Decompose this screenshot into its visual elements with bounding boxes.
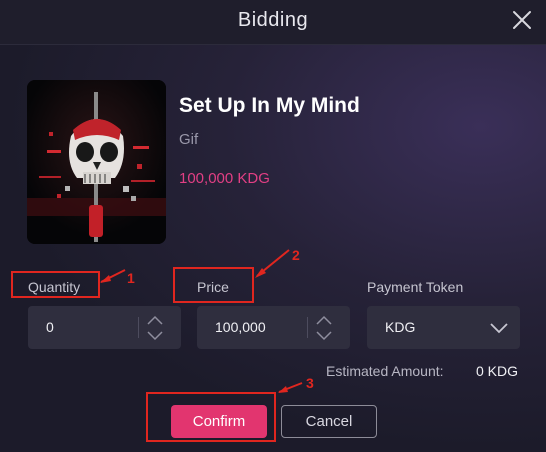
annotation-label-2: 2 <box>292 247 300 263</box>
decrement-icon[interactable] <box>144 328 166 343</box>
increment-icon[interactable] <box>313 313 335 328</box>
nft-artwork <box>27 80 166 244</box>
decrement-icon[interactable] <box>313 328 335 343</box>
price-input[interactable]: 100,000 <box>197 306 350 349</box>
payment-token-label: Payment Token <box>367 279 464 295</box>
estimated-amount-label: Estimated Amount: <box>326 363 444 379</box>
quantity-input[interactable]: 0 <box>28 306 181 349</box>
annotation-label-1: 1 <box>127 270 135 286</box>
quantity-value: 0 <box>46 319 54 335</box>
estimated-amount-value: 0 KDG <box>476 363 519 379</box>
payment-token-value: KDG <box>385 319 416 335</box>
annotation-box-price <box>173 267 254 303</box>
increment-icon[interactable] <box>144 313 166 328</box>
close-icon[interactable] <box>508 6 536 34</box>
cancel-button[interactable]: Cancel <box>281 405 377 438</box>
nft-price: 100,000 KDG <box>179 170 270 187</box>
spin-divider <box>307 317 308 338</box>
nft-title: Set Up In My Mind <box>179 94 360 117</box>
modal-title: Bidding <box>237 9 309 31</box>
spin-divider <box>138 317 139 338</box>
payment-token-select[interactable]: KDG <box>367 306 520 349</box>
modal-header: Bidding <box>0 0 546 45</box>
nft-type: Gif <box>179 131 199 148</box>
annotation-box-confirm <box>146 392 276 442</box>
chevron-down-icon <box>490 323 508 334</box>
price-value: 100,000 <box>215 319 266 335</box>
annotation-box-quantity <box>11 271 100 298</box>
annotation-label-3: 3 <box>306 375 314 391</box>
